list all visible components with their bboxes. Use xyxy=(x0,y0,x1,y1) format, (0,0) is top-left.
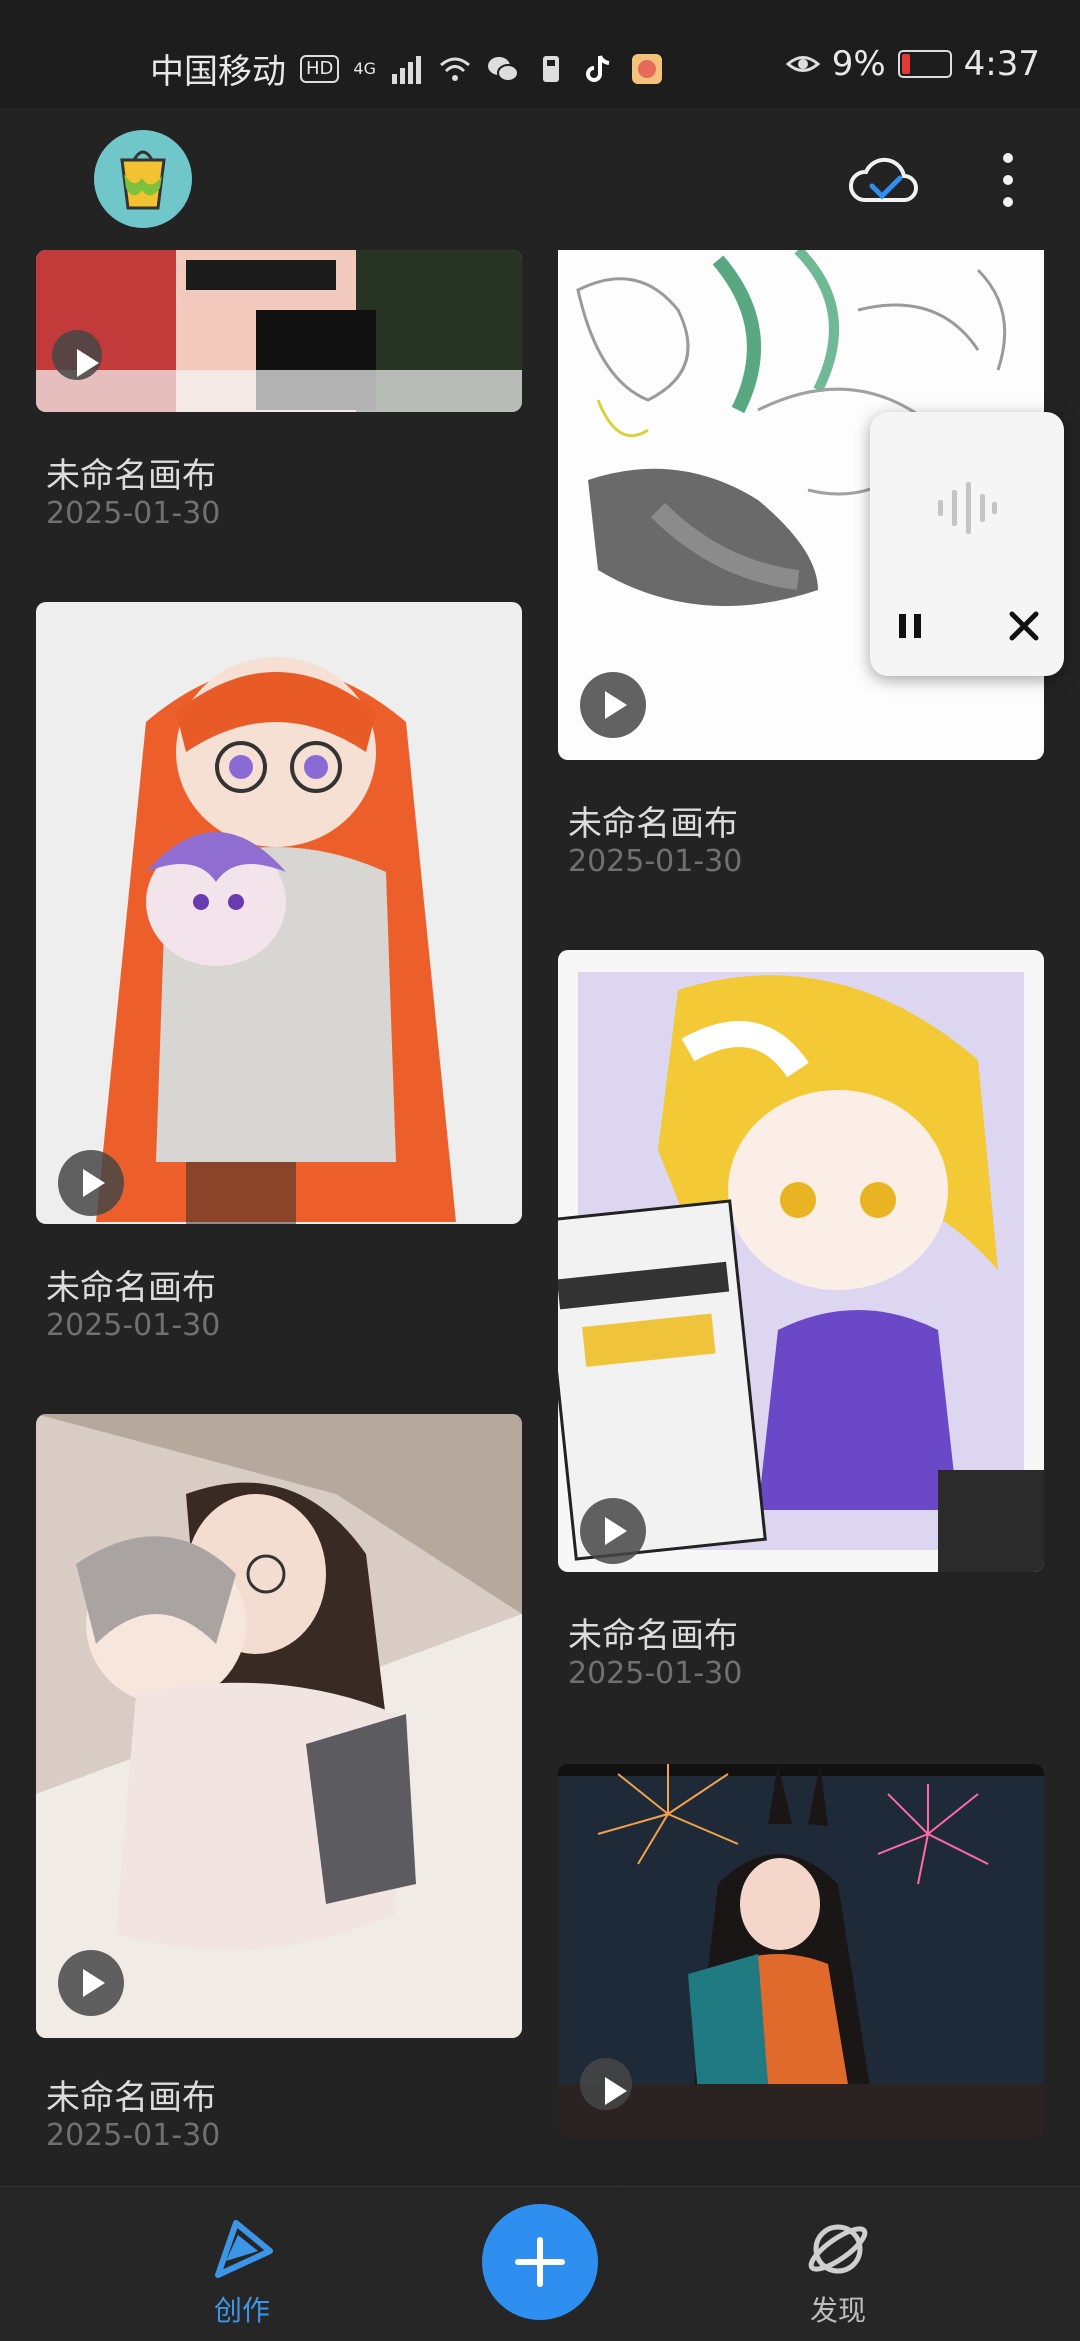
card-date: 2025-01-30 xyxy=(568,844,743,879)
create-icon xyxy=(215,2220,273,2278)
artwork-image xyxy=(558,950,1044,1572)
artwork-image xyxy=(36,1414,522,2038)
nav-create[interactable]: 创作 xyxy=(152,2187,332,2341)
storage-icon xyxy=(542,55,559,82)
game-app-icon xyxy=(631,53,662,84)
card-title: 未命名画布 xyxy=(568,1616,738,1656)
signal-icon xyxy=(391,55,421,84)
card-thumbnail[interactable] xyxy=(36,1414,522,2038)
close-icon[interactable] xyxy=(1006,608,1042,644)
card-thumbnail[interactable] xyxy=(36,602,522,1224)
cloud-check-icon[interactable] xyxy=(846,152,922,212)
floating-recorder[interactable] xyxy=(870,412,1064,676)
clock-text: 4:37 xyxy=(963,44,1040,84)
play-button[interactable] xyxy=(58,1150,124,1216)
play-button[interactable] xyxy=(580,2058,632,2110)
play-button[interactable] xyxy=(58,1950,124,2016)
card-date: 2025-01-30 xyxy=(568,1656,743,1691)
card-thumbnail[interactable] xyxy=(36,250,522,412)
play-button[interactable] xyxy=(580,1498,646,1564)
card-title: 未命名画布 xyxy=(568,804,738,844)
network-type: 4G xyxy=(353,58,376,78)
status-right: 9% 4:37 xyxy=(785,44,1040,84)
nav-discover-label: 发现 xyxy=(809,2294,866,2327)
card-date: 2025-01-30 xyxy=(46,1308,221,1343)
card-date: 2025-01-30 xyxy=(46,496,221,531)
play-button[interactable] xyxy=(580,672,646,738)
card-thumbnail[interactable] xyxy=(558,950,1044,1572)
card-date: 2025-01-30 xyxy=(46,2118,221,2153)
wifi-icon xyxy=(440,57,470,81)
tiktok-icon xyxy=(586,54,610,82)
app-header xyxy=(0,108,1080,250)
battery-icon xyxy=(897,50,952,78)
status-bar: 中国移动 HD 4G 9% 4:37 xyxy=(0,0,1080,108)
paint-bucket-icon xyxy=(120,150,166,210)
audio-wave-icon xyxy=(938,482,997,534)
card-title: 未命名画布 xyxy=(46,1268,216,1308)
hd-badge: HD xyxy=(300,54,340,83)
artwork-image xyxy=(36,250,522,412)
nav-create-label: 创作 xyxy=(213,2294,270,2327)
status-left: 中国移动 HD 4G xyxy=(150,44,664,93)
artwork-image xyxy=(36,602,522,1224)
wechat-icon xyxy=(487,56,519,82)
carrier-text: 中国移动 xyxy=(150,52,286,92)
play-button[interactable] xyxy=(52,330,102,380)
add-canvas-button[interactable] xyxy=(482,2204,598,2320)
battery-percent: 9% xyxy=(831,44,886,84)
card-title: 未命名画布 xyxy=(46,456,216,496)
card-title: 未命名画布 xyxy=(46,2078,216,2118)
nav-discover[interactable]: 发现 xyxy=(748,2187,928,2341)
plus-icon xyxy=(515,2237,565,2287)
card-thumbnail[interactable] xyxy=(558,1764,1044,2138)
pause-icon[interactable] xyxy=(894,610,926,642)
more-vertical-icon[interactable] xyxy=(996,148,1020,212)
eye-comfort-icon xyxy=(785,56,820,72)
planet-icon xyxy=(808,2224,868,2274)
avatar[interactable] xyxy=(94,130,192,228)
